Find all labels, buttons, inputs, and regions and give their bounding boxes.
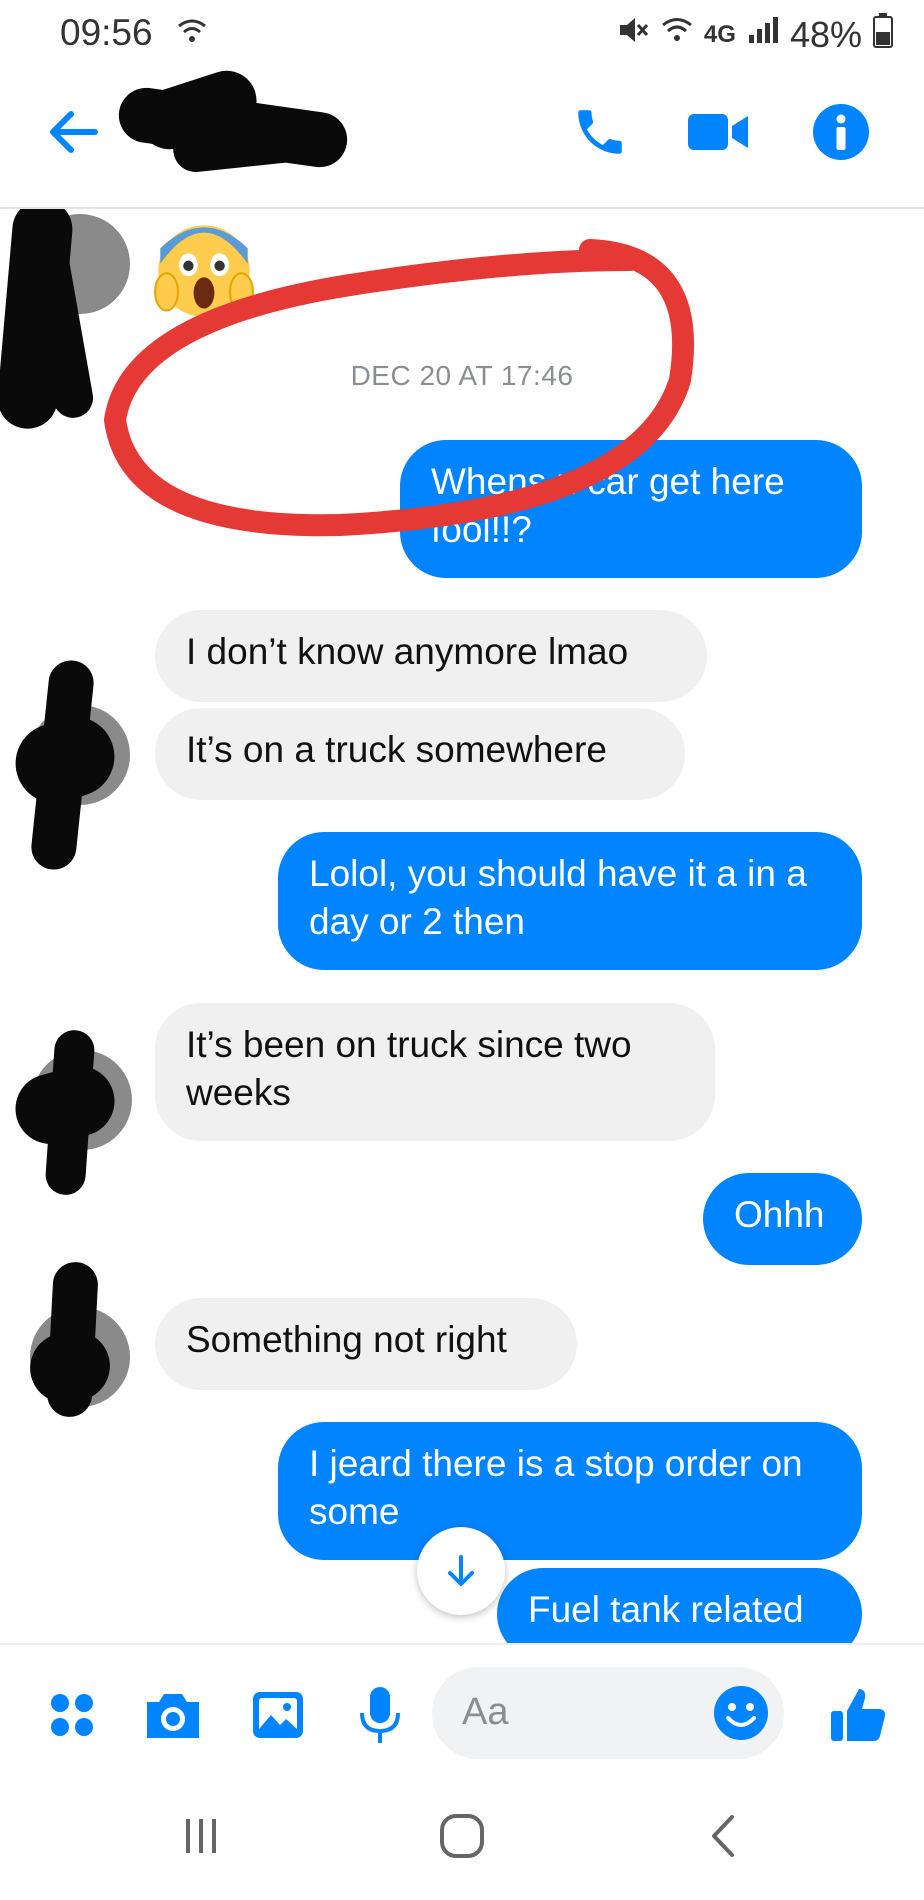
thumbs-up-icon <box>831 1689 886 1741</box>
message-text: Something not right <box>186 1319 507 1360</box>
video-camera-icon <box>688 114 748 150</box>
message-text: Lolol, you should have it a in a day or … <box>309 853 807 942</box>
message-text: It’s on a truck somewhere <box>186 729 607 770</box>
message-input-placeholder: Aa <box>462 1691 509 1733</box>
incoming-message[interactable]: It’s been on truck since two weeks <box>155 1003 715 1141</box>
chat-header <box>0 62 924 209</box>
battery-percent: 48% <box>789 13 862 55</box>
camera-icon <box>147 1694 199 1738</box>
outgoing-message[interactable]: Fuel tank related <box>497 1568 862 1643</box>
status-time: 09:56 <box>60 12 153 53</box>
sender-avatar[interactable] <box>7 1028 132 1200</box>
red-annotation-circle <box>103 239 695 537</box>
status-icons: 4G 48% <box>616 12 894 57</box>
home-icon <box>440 1814 484 1858</box>
outgoing-message[interactable]: I jeard there is a stop order on some <box>278 1422 862 1560</box>
more-actions-button[interactable] <box>42 1685 102 1745</box>
system-nav-bar <box>0 1783 924 1900</box>
battery-icon <box>872 12 894 57</box>
video-call-button[interactable] <box>683 97 753 167</box>
wifi-icon <box>175 14 209 53</box>
phone-icon <box>578 110 622 154</box>
camera-button[interactable] <box>143 1685 203 1745</box>
message-text: It’s been on truck since two weeks <box>186 1024 632 1113</box>
arrow-left-icon <box>50 111 98 153</box>
home-button[interactable] <box>437 1811 487 1866</box>
menu-dots-icon <box>51 1694 93 1736</box>
outgoing-message[interactable]: Lolol, you should have it a in a day or … <box>278 832 862 970</box>
gallery-icon <box>253 1692 303 1738</box>
contact-avatar[interactable] <box>115 62 351 177</box>
arrow-down-icon <box>448 1555 474 1586</box>
emoji-icon <box>714 1686 768 1740</box>
signal-icon <box>746 13 780 56</box>
voice-button[interactable] <box>350 1685 410 1745</box>
like-button[interactable] <box>828 1685 888 1745</box>
call-button[interactable] <box>565 97 635 167</box>
outgoing-message[interactable]: Ohhh <box>703 1173 862 1265</box>
gallery-button[interactable] <box>248 1685 308 1745</box>
sender-avatar[interactable] <box>4 658 130 880</box>
microphone-icon <box>360 1687 400 1743</box>
message-text: I don’t know anymore lmao <box>186 631 629 672</box>
back-button[interactable] <box>38 97 108 167</box>
info-button[interactable] <box>806 97 876 167</box>
emoji-button[interactable] <box>712 1684 770 1747</box>
mute-icon <box>616 13 650 56</box>
recent-apps-button[interactable] <box>178 1813 224 1864</box>
message-text: Fuel tank related <box>528 1589 804 1630</box>
network-type: 4G <box>703 20 736 48</box>
message-composer: Aa <box>0 1643 924 1785</box>
incoming-message[interactable]: Something not right <box>155 1298 577 1390</box>
status-bar: 09:56 4G 48% <box>0 0 924 62</box>
chevron-left-icon <box>712 1815 734 1857</box>
info-icon <box>813 104 869 160</box>
recent-apps-icon <box>186 1819 216 1853</box>
back-nav-button[interactable] <box>700 1811 750 1866</box>
message-text: I jeard there is a stop order on some <box>309 1443 803 1532</box>
incoming-message[interactable]: It’s on a truck somewhere <box>155 708 685 800</box>
message-input[interactable]: Aa <box>432 1667 784 1759</box>
incoming-message[interactable]: I don’t know anymore lmao <box>155 610 707 702</box>
wifi-status-icon <box>660 13 694 56</box>
scroll-down-button[interactable] <box>417 1527 505 1615</box>
sender-avatar[interactable] <box>20 1260 130 1422</box>
message-text: Ohhh <box>734 1194 825 1235</box>
